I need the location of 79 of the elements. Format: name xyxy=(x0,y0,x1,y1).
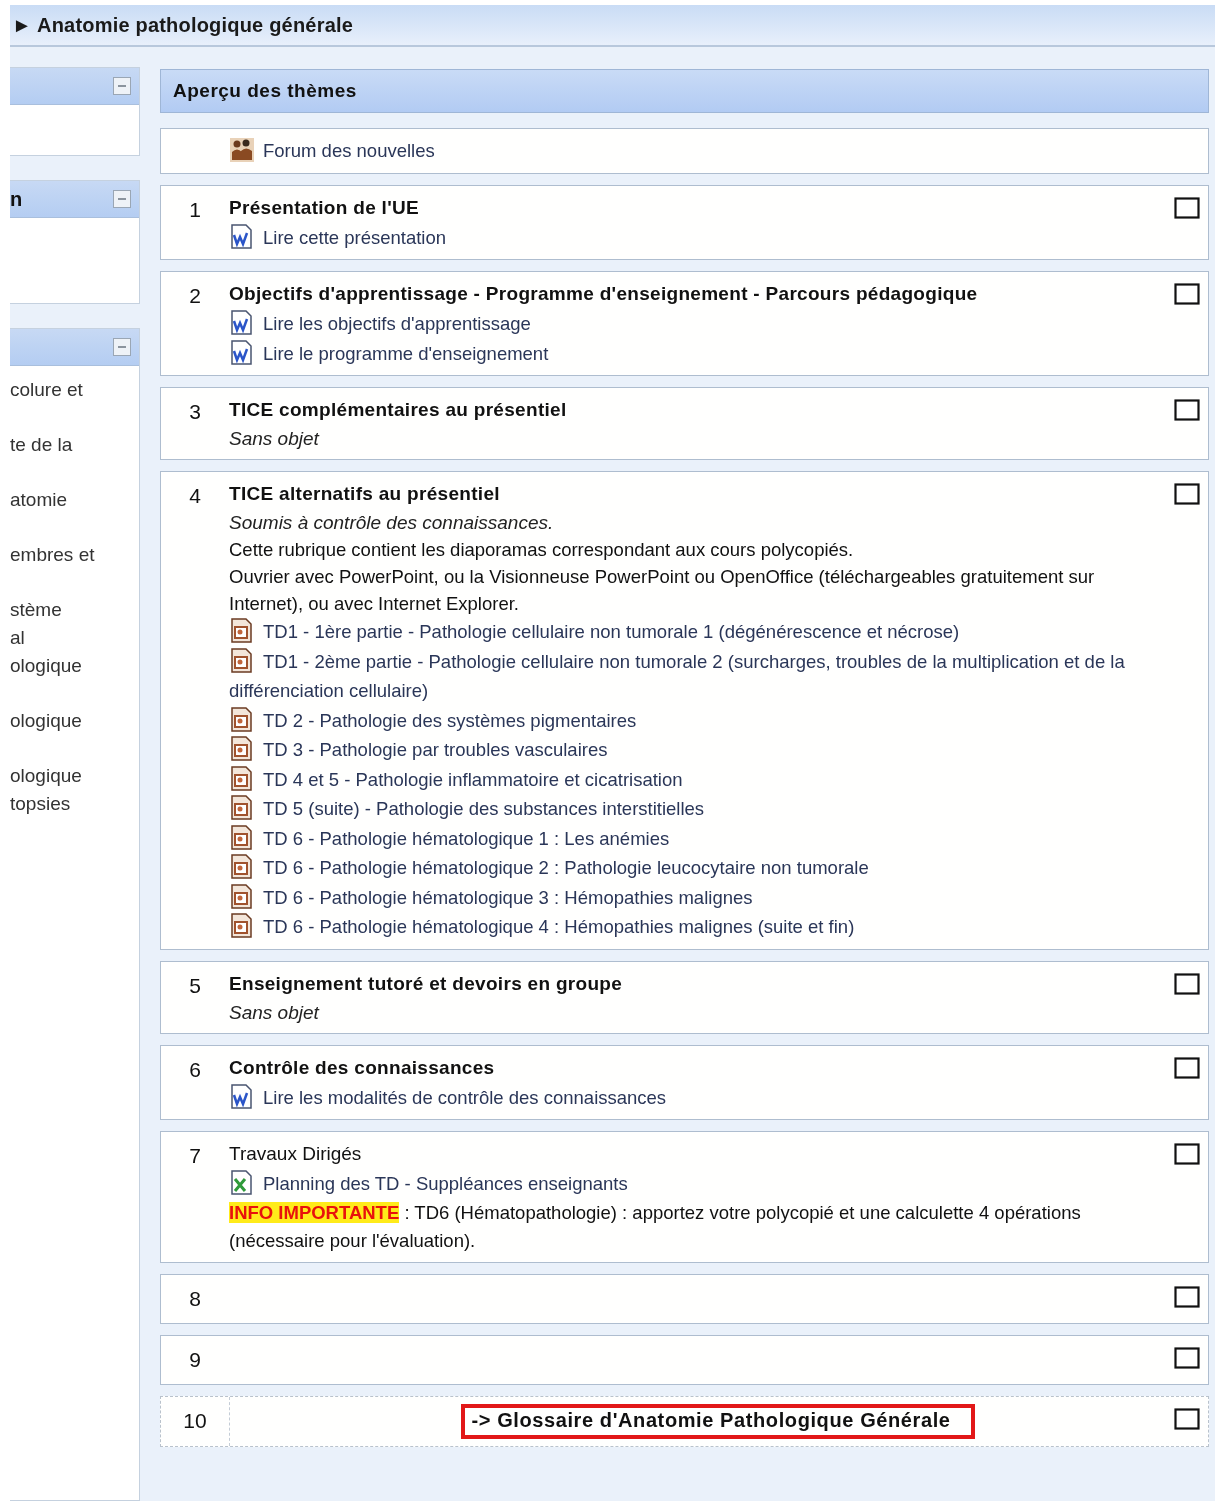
important-notice: INFO IMPORTANTE : TD6 (Hématopathologie) : apportez votre polycopié et une calculette 4 opérations (nécessaire pour l'évaluation). xyxy=(229,1200,1082,1253)
resource-link[interactable]: Lire cette présentation xyxy=(229,222,1166,252)
sidebar-link[interactable]: te de la xyxy=(10,431,139,459)
topic-number: 4 xyxy=(188,483,202,509)
resource-link[interactable]: TD 6 - Pathologie hématologique 4 : Hémopathies malignes (suite et fin) xyxy=(229,912,1166,942)
course-title: ► Anatomie pathologique générale xyxy=(12,13,354,37)
glossary-link[interactable]: -> Glossaire d'Anatomie Pathologique Générale xyxy=(461,1403,975,1439)
resource-link[interactable]: TD 6 - Pathologie hématologique 2 : Pathologie leucocytaire non tumorale xyxy=(229,853,1166,883)
topic-title: TICE alternatifs au présentiel xyxy=(229,482,501,506)
topic-note: Sans objet xyxy=(229,427,321,451)
topic-number: 9 xyxy=(188,1346,202,1373)
resource-link[interactable]: TD 5 (suite) - Pathologie des substances interstitielles xyxy=(229,794,1166,824)
resource-link[interactable]: Planning des TD - Suppléances enseignants xyxy=(229,1169,1166,1199)
topic-number: 10 xyxy=(161,1396,230,1446)
document-icon xyxy=(229,338,255,366)
presentation-icon xyxy=(229,646,255,674)
topic-number: 5 xyxy=(188,972,202,999)
people-icon xyxy=(229,136,255,163)
square-icon[interactable] xyxy=(1174,399,1200,421)
resource-link[interactable]: TD1 - 2ème partie - Pathologie cellulaire non tumorale 2 (surcharges, troubles de la multiplication et de la différenciation cellulaire) xyxy=(229,646,1166,706)
presentation-icon xyxy=(229,912,255,939)
topic-title: Présentation de l'UE xyxy=(229,195,420,220)
topic-number: 8 xyxy=(188,1285,202,1312)
topic-number: 6 xyxy=(188,1056,202,1083)
topic-title: TICE complémentaires au présentiel xyxy=(229,398,568,422)
presentation-icon xyxy=(229,823,255,851)
resource-link[interactable]: TD1 - 1ère partie - Pathologie cellulaire non tumorale 1 (dégénérescence et nécrose) xyxy=(229,617,1166,647)
topic-text: Ouvrier avec PowerPoint, ou la Visionneuse PowerPoint ou OpenOffice (téléchargeables gratuitement sur Internet), ou avec Internet Explorer. xyxy=(229,565,1096,616)
presentation-icon xyxy=(229,617,255,644)
topic-number: 2 xyxy=(188,283,202,309)
topic-title: Objectifs d'apprentissage - Programme d'enseignement - Parcours pédagogique xyxy=(229,282,979,306)
square-icon[interactable] xyxy=(1174,196,1200,219)
resource-link[interactable]: TD 6 - Pathologie hématologique 3 : Hémopathies malignes xyxy=(229,882,1166,912)
topic-note: Sans objet xyxy=(229,1000,321,1025)
topic-number: 3 xyxy=(188,399,202,425)
sidebar-link[interactable]: ologique topsies xyxy=(10,762,139,818)
presentation-icon xyxy=(229,794,255,821)
document-icon xyxy=(229,1082,255,1110)
sidebar-link[interactable]: stème al ologique xyxy=(10,596,139,680)
topic-title: Enseignement tutoré et devoirs en groupe xyxy=(229,971,624,996)
sidebar-link[interactable]: atomie xyxy=(10,486,139,514)
resource-link[interactable]: TD 2 - Pathologie des systèmes pigmentaires xyxy=(229,705,1166,735)
topic-title: Contrôle des connaissances xyxy=(229,1055,496,1080)
topic-number: 7 xyxy=(188,1143,202,1169)
collapse-icon[interactable] xyxy=(113,338,131,356)
forum-link[interactable]: Forum des nouvelles xyxy=(229,136,1208,166)
resource-link[interactable]: Lire les objectifs d'apprentissage xyxy=(229,309,1166,339)
square-icon[interactable] xyxy=(1174,1056,1200,1079)
square-icon[interactable] xyxy=(1174,1407,1200,1430)
topic-number: 1 xyxy=(188,196,202,223)
resource-link[interactable]: TD 4 et 5 - Pathologie inflammatoire et cicatrisation xyxy=(229,764,1166,794)
collapse-icon[interactable] xyxy=(113,190,131,208)
topic-text: Cette rubrique contient les diaporamas correspondant aux cours polycopiés. xyxy=(229,538,855,562)
topic-title: Travaux Dirigés xyxy=(229,1142,363,1166)
presentation-icon xyxy=(229,705,255,733)
resource-link[interactable]: TD 3 - Pathologie par troubles vasculaires xyxy=(229,735,1166,765)
square-icon[interactable] xyxy=(1174,483,1200,505)
presentation-icon xyxy=(229,853,255,880)
resource-link[interactable]: Lire le programme d'enseignement xyxy=(229,338,1166,368)
sidebar-link[interactable]: embres et xyxy=(10,541,139,569)
document-icon xyxy=(229,309,255,336)
block-title: n xyxy=(10,187,23,211)
presentation-icon xyxy=(229,764,255,792)
section-heading: Aperçu des thèmes xyxy=(160,69,1209,113)
spreadsheet-icon xyxy=(229,1169,255,1196)
square-icon[interactable] xyxy=(1174,283,1200,305)
presentation-icon xyxy=(229,735,255,762)
resource-link[interactable]: Lire les modalités de contrôle des connaissances xyxy=(229,1082,1166,1112)
collapse-icon[interactable] xyxy=(113,77,131,95)
square-icon[interactable] xyxy=(1174,1285,1200,1308)
document-icon xyxy=(229,222,255,250)
topic-note: Soumis à contrôle des connaissances. xyxy=(229,511,555,535)
square-icon[interactable] xyxy=(1174,1143,1200,1165)
presentation-icon xyxy=(229,882,255,910)
square-icon[interactable] xyxy=(1174,1346,1200,1369)
square-icon[interactable] xyxy=(1174,972,1200,995)
sidebar-link[interactable]: colure et xyxy=(10,376,139,404)
resource-link[interactable]: TD 6 - Pathologie hématologique 1 : Les anémies xyxy=(229,823,1166,853)
sidebar-link[interactable]: ologique xyxy=(10,707,139,735)
